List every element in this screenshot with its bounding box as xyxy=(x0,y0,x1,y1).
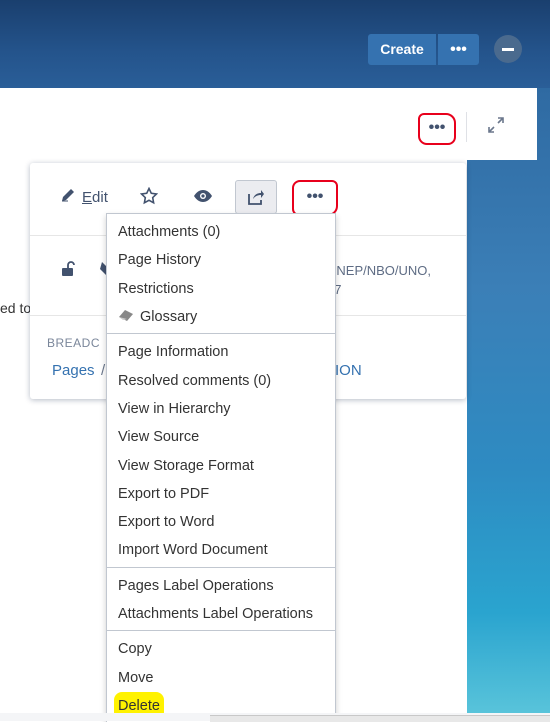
create-button[interactable]: Create xyxy=(368,34,436,65)
menu-group: Pages Label Operations Attachments Label… xyxy=(107,568,335,632)
breadcrumbs-heading: BREADC xyxy=(47,336,101,350)
share-icon xyxy=(247,188,265,209)
menu-item-copy[interactable]: Copy xyxy=(107,635,335,663)
page-meta: UNEP/NBO/UNO, 17 xyxy=(327,261,467,299)
menu-item-label: Copy xyxy=(118,641,152,658)
menu-item-label: Attachments (0) xyxy=(118,224,221,241)
menu-item-label: Glossary xyxy=(140,309,198,326)
menu-item-label: Export to Word xyxy=(118,514,215,531)
page-more-actions-button[interactable]: ••• xyxy=(418,113,456,145)
menu-item-resolved-comments[interactable]: Resolved comments (0) xyxy=(107,366,335,394)
menu-item-import-word[interactable]: Import Word Document xyxy=(107,536,335,564)
menu-item-attachments-label-operations[interactable]: Attachments Label Operations xyxy=(107,600,335,628)
menu-item-glossary[interactable]: Glossary xyxy=(107,303,335,331)
menu-item-label: Restrictions xyxy=(118,280,194,297)
menu-item-restrictions[interactable]: Restrictions xyxy=(107,275,335,303)
unlock-icon[interactable] xyxy=(60,260,76,281)
menu-group: Page Information Resolved comments (0) V… xyxy=(107,334,335,568)
share-button[interactable] xyxy=(235,180,277,214)
card-more-actions-button[interactable]: ••• xyxy=(292,180,338,216)
menu-item-view-storage-format[interactable]: View Storage Format xyxy=(107,451,335,479)
expand-icon[interactable] xyxy=(487,116,505,134)
page-body-text: ed to xyxy=(0,300,32,316)
meta-line: UNEP/NBO/UNO, xyxy=(327,263,432,278)
edit-label: Edit xyxy=(82,188,108,206)
menu-item-move[interactable]: Move xyxy=(107,663,335,691)
create-more-button[interactable]: ••• xyxy=(438,34,479,65)
menu-item-label: View Storage Format xyxy=(118,457,254,474)
edit-button[interactable]: Edit xyxy=(60,187,108,207)
menu-item-view-source[interactable]: View Source xyxy=(107,423,335,451)
more-actions-menu: Attachments (0) Page History Restriction… xyxy=(106,213,336,722)
menu-item-label: Import Word Document xyxy=(118,542,268,559)
menu-item-label: Page History xyxy=(118,252,202,269)
eraser-icon xyxy=(118,303,134,331)
menu-item-label: Attachments Label Operations xyxy=(118,606,314,622)
divider xyxy=(466,112,467,142)
menu-item-label: View Source xyxy=(118,429,200,446)
menu-group: Attachments (0) Page History Restriction… xyxy=(107,214,335,335)
breadcrumb-link[interactable]: ION xyxy=(335,362,362,379)
menu-item-label: Resolved comments (0) xyxy=(118,372,272,389)
breadcrumb-separator: / xyxy=(101,362,106,379)
pencil-icon xyxy=(60,187,76,207)
menu-item-label: Page Information xyxy=(118,344,229,361)
menu-item-label: Export to PDF xyxy=(118,485,210,502)
menu-item-page-history[interactable]: Page History xyxy=(107,246,335,274)
menu-item-view-in-hierarchy[interactable]: View in Hierarchy xyxy=(107,395,335,423)
menu-group: Copy Move Delete xyxy=(107,631,335,722)
star-icon[interactable] xyxy=(139,186,159,208)
menu-item-label: View in Hierarchy xyxy=(118,400,231,417)
meta-line: 17 xyxy=(327,280,467,299)
collapse-icon[interactable] xyxy=(494,35,522,63)
menu-item-page-information[interactable]: Page Information xyxy=(107,338,335,366)
eye-icon[interactable] xyxy=(193,189,213,206)
menu-item-export-pdf[interactable]: Export to PDF xyxy=(107,480,335,508)
menu-item-attachments[interactable]: Attachments (0) xyxy=(107,218,335,246)
menu-item-label: Move xyxy=(118,669,154,686)
menu-item-pages-label-operations[interactable]: Pages Label Operations xyxy=(107,572,335,600)
menu-item-label: Pages Label Operations xyxy=(118,577,274,594)
breadcrumb-pages-link[interactable]: Pages xyxy=(52,362,95,379)
menu-item-export-word[interactable]: Export to Word xyxy=(107,508,335,536)
